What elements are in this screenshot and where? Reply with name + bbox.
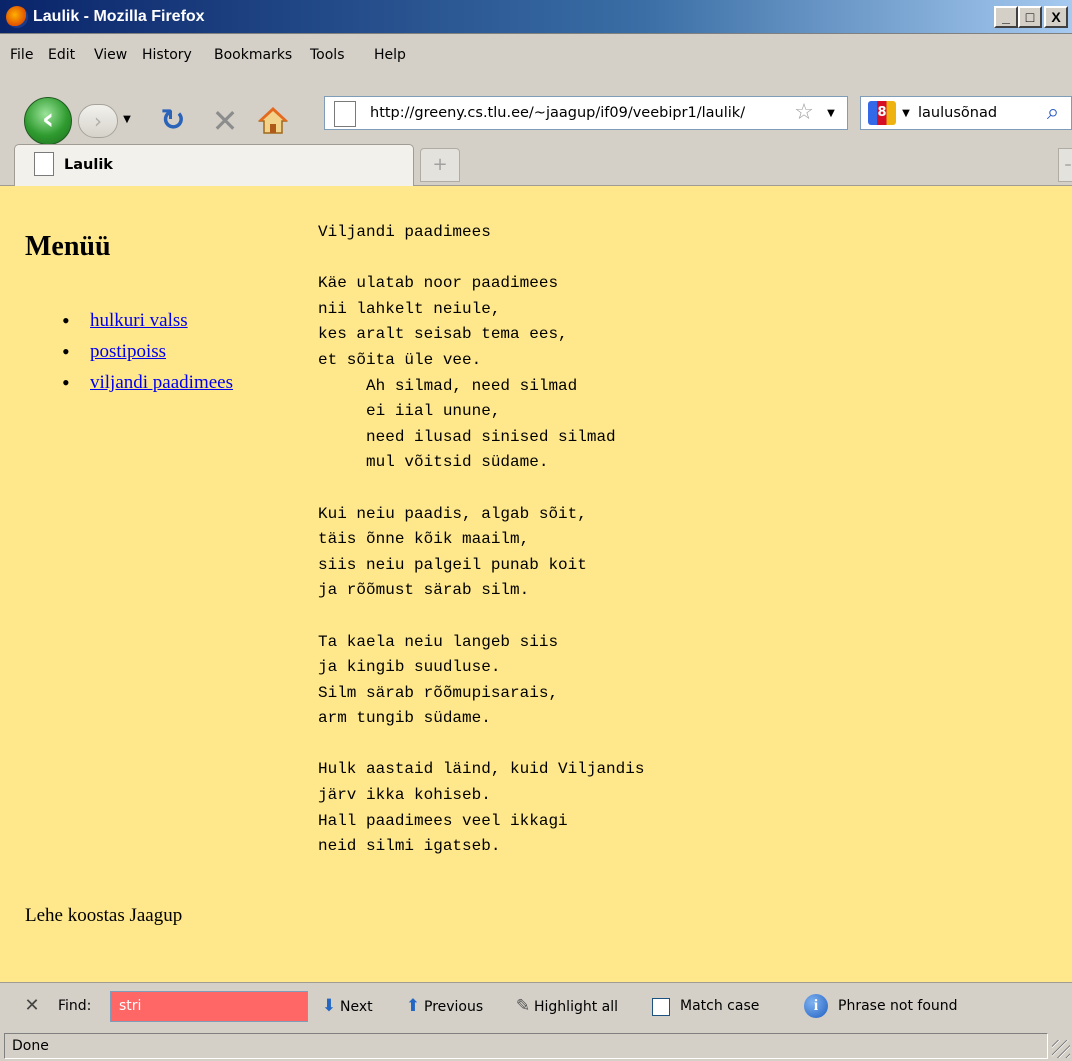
- find-label: Find:: [58, 998, 92, 1014]
- maximize-button[interactable]: □: [1018, 6, 1042, 28]
- tab-label: Laulik: [64, 157, 113, 173]
- resize-grip[interactable]: [1052, 1040, 1070, 1058]
- highlight-all-label: Highlight all: [534, 999, 619, 1015]
- link-postipoiss[interactable]: postipoiss: [90, 341, 166, 362]
- find-next-button[interactable]: ⬇ Next: [318, 992, 373, 1020]
- close-window-button[interactable]: X: [1044, 6, 1068, 28]
- menu-bookmarks[interactable]: Bookmarks: [214, 45, 292, 65]
- info-icon: i: [804, 994, 828, 1018]
- link-viljandi-paadimees[interactable]: viljandi paadimees: [90, 372, 233, 393]
- list-item: hulkuri valss: [62, 305, 233, 336]
- magnifier-icon[interactable]: ⌕: [1040, 99, 1066, 127]
- highlighter-icon: ✎: [515, 996, 531, 1016]
- menu-heading: Menüü: [25, 231, 111, 262]
- page-footer: Lehe koostas Jaagup: [25, 905, 183, 926]
- find-input[interactable]: stri: [110, 991, 308, 1022]
- forward-arrow-icon[interactable]: ›: [78, 104, 118, 138]
- reload-icon[interactable]: ↻: [158, 104, 188, 138]
- status-text: Done: [12, 1038, 49, 1054]
- find-previous-button[interactable]: ⬆ Previous: [402, 992, 483, 1020]
- match-case-checkbox[interactable]: [652, 998, 670, 1016]
- find-next-label: Next: [340, 999, 373, 1015]
- page-icon: [34, 152, 54, 176]
- down-arrow-icon: ⬇: [321, 996, 337, 1016]
- window-title: Laulik - Mozilla Firefox: [33, 8, 205, 25]
- list-item: viljandi paadimees: [62, 367, 233, 398]
- menu-list: hulkuri valss postipoiss viljandi paadim…: [62, 305, 233, 398]
- new-tab-icon[interactable]: +: [420, 148, 460, 182]
- find-previous-label: Previous: [424, 999, 484, 1015]
- menu-tools[interactable]: Tools: [310, 45, 345, 65]
- bookmark-star-icon[interactable]: ☆: [792, 100, 816, 126]
- firefox-icon: [6, 6, 28, 28]
- menu-edit[interactable]: Edit: [48, 45, 75, 65]
- close-icon[interactable]: ✕: [22, 992, 42, 1020]
- status-panel: [4, 1033, 1048, 1059]
- search-engine-dropdown-icon[interactable]: ▼: [900, 104, 912, 124]
- back-arrow-icon[interactable]: ‹: [24, 97, 72, 145]
- menu-history[interactable]: History: [142, 45, 192, 65]
- menu-bar: File Edit View History Bookmarks Tools H…: [0, 36, 1072, 76]
- tab-list-button[interactable]: –: [1058, 148, 1072, 182]
- list-item: postipoiss: [62, 336, 233, 367]
- search-engine-icon[interactable]: 8: [868, 101, 896, 125]
- song-lyrics: Viljandi paadimees Käe ulatab noor paadi…: [318, 223, 645, 856]
- history-dropdown-icon[interactable]: ▼: [120, 110, 134, 130]
- stop-icon[interactable]: ✕: [210, 104, 240, 138]
- search-input[interactable]: laulusõnad: [918, 99, 1028, 127]
- highlight-all-button[interactable]: ✎ Highlight all: [512, 992, 618, 1020]
- match-case-label[interactable]: Match case: [680, 992, 759, 1020]
- minimize-button[interactable]: _: [994, 6, 1018, 28]
- home-icon[interactable]: [258, 105, 288, 137]
- up-arrow-icon: ⬆: [405, 996, 421, 1016]
- page-icon: [334, 101, 356, 127]
- link-hulkuri-valss[interactable]: hulkuri valss: [90, 310, 188, 331]
- menu-file[interactable]: File: [10, 45, 33, 65]
- url-dropdown-icon[interactable]: ▼: [824, 104, 838, 124]
- find-status: Phrase not found: [838, 998, 958, 1014]
- menu-help[interactable]: Help: [374, 45, 406, 65]
- menu-view[interactable]: View: [94, 45, 127, 65]
- url-text[interactable]: http://greeny.cs.tlu.ee/~jaagup/if09/vee…: [370, 99, 786, 127]
